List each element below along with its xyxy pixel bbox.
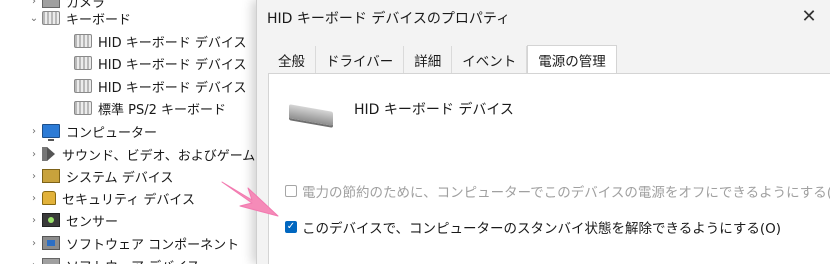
chevron-right-icon[interactable]: › (26, 215, 42, 226)
monitor-icon (42, 124, 60, 141)
tab-details[interactable]: 詳細 (404, 46, 453, 73)
tree-item-system-devices[interactable]: › システム デバイス (26, 165, 173, 187)
sensor-icon (42, 213, 60, 227)
allow-wake-option[interactable]: ✓ このデバイスで、コンピューターのスタンバイ状態を解除できるようにする(O) (285, 217, 781, 237)
tree-item-ps2-keyboard[interactable]: 標準 PS/2 キーボード (58, 97, 226, 119)
tree-item-sound-video-game[interactable]: › サウンド、ビデオ、およびゲーム コ (26, 143, 262, 165)
chevron-right-icon[interactable]: › (26, 0, 42, 7)
tree-item-security-devices[interactable]: › セキュリティ デバイス (26, 187, 195, 209)
keyboard-device-icon (289, 104, 333, 126)
tree-item-label: ソフトウェア コンポーネント (66, 237, 240, 253)
tree-item-label: キーボード (66, 12, 132, 28)
system-icon (42, 169, 60, 183)
tree-item-hid-keyboard-2[interactable]: HID キーボード デバイス (58, 52, 247, 74)
allow-power-off-option: 電力の節約のために、コンピューターでこのデバイスの電源をオフにできるようにする(… (285, 181, 830, 201)
speaker-icon (42, 147, 56, 161)
annotation-arrow-icon (221, 181, 279, 217)
security-key-icon (42, 191, 56, 205)
tree-item-sensors[interactable]: › センサー (26, 209, 118, 231)
chevron-right-icon[interactable]: › (26, 238, 42, 249)
power-management-panel: HID キーボード デバイス 電力の節約のために、コンピューターでこのデバイスの… (268, 73, 830, 264)
chevron-right-icon[interactable]: › (26, 126, 42, 137)
chevron-right-icon[interactable]: › (26, 171, 42, 182)
chevron-right-icon[interactable]: › (26, 193, 42, 204)
tab-strip: 全般 ドライバー 詳細 イベント 電源の管理 (268, 45, 617, 74)
dialog-titlebar[interactable]: HID キーボード デバイスのプロパティ ✕ (257, 0, 830, 34)
software-device-icon (42, 258, 60, 264)
tree-item-label: HID キーボード デバイス (98, 35, 247, 51)
allow-wake-label[interactable]: このデバイスで、コンピューターのスタンバイ状態を解除できるようにする(O) (302, 217, 781, 237)
software-component-icon (42, 236, 60, 250)
tab-driver[interactable]: ドライバー (316, 46, 405, 73)
tree-item-label: HID キーボード デバイス (98, 80, 247, 96)
tree-item-software-devices[interactable]: › ソフトウェア デバイス (26, 254, 200, 264)
tree-item-label: システム デバイス (66, 170, 174, 186)
keyboard-icon (74, 34, 92, 48)
tree-item-computer[interactable]: › コンピューター (26, 120, 157, 142)
tree-item-label: センサー (66, 214, 119, 230)
device-manager-tree: › カメラ ⌄ キーボード HID キーボード デバイス HID キーボード デ… (0, 0, 262, 264)
dialog-title: HID キーボード デバイスのプロパティ (267, 11, 511, 27)
allow-power-off-checkbox (285, 185, 297, 197)
keyboard-icon (74, 101, 92, 115)
allow-power-off-label: 電力の節約のために、コンピューターでこのデバイスの電源をオフにできるようにする(… (302, 185, 830, 201)
device-name: HID キーボード デバイス (354, 102, 514, 118)
tree-item-label: 標準 PS/2 キーボード (98, 102, 227, 118)
close-icon[interactable]: ✕ (797, 4, 821, 28)
keyboard-icon (74, 56, 92, 70)
tab-general[interactable]: 全般 (268, 46, 316, 73)
chevron-down-icon[interactable]: ⌄ (26, 13, 42, 24)
tree-item-keyboards[interactable]: ⌄ キーボード (26, 7, 131, 29)
tab-events[interactable]: イベント (452, 46, 528, 73)
tree-item-hid-keyboard-3[interactable]: HID キーボード デバイス (58, 75, 247, 97)
tree-item-label: セキュリティ デバイス (62, 192, 195, 208)
keyboard-icon (42, 11, 60, 25)
chevron-right-icon[interactable]: › (26, 149, 42, 160)
tab-power-management[interactable]: 電源の管理 (527, 45, 617, 74)
allow-wake-checkbox[interactable]: ✓ (285, 221, 297, 233)
properties-dialog: HID キーボード デバイスのプロパティ ✕ 全般 ドライバー 詳細 イベント … (256, 0, 830, 264)
keyboard-icon (74, 79, 92, 93)
tree-item-label: ソフトウェア デバイス (66, 256, 200, 264)
tree-item-hid-keyboard-1[interactable]: HID キーボード デバイス (58, 30, 247, 52)
chevron-right-icon[interactable]: › (26, 260, 42, 264)
tree-item-software-components[interactable]: › ソフトウェア コンポーネント (26, 232, 239, 254)
tree-item-label: サウンド、ビデオ、およびゲーム コ (62, 148, 262, 164)
tree-item-label: HID キーボード デバイス (98, 57, 247, 73)
tree-item-label: コンピューター (66, 125, 158, 141)
